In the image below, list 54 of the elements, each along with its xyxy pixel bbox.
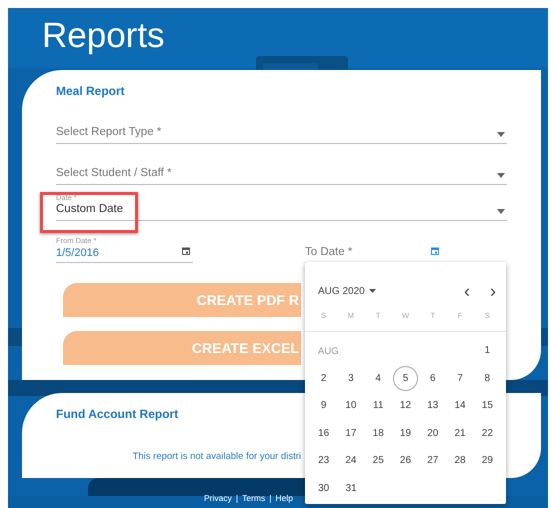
day-cell[interactable]: 15 — [474, 393, 500, 418]
section-title: Meal Report — [56, 83, 125, 100]
day-cell[interactable]: 8 — [474, 366, 500, 391]
day-cell[interactable]: 18 — [366, 420, 391, 446]
month-label: AUG — [318, 345, 339, 359]
select-field[interactable]: Select Report Type * — [56, 125, 507, 144]
day-cell[interactable]: 13 — [420, 393, 446, 418]
day-cell[interactable]: 29 — [474, 448, 500, 474]
footer-separator: | — [236, 493, 238, 503]
day-cell[interactable]: 26 — [392, 448, 418, 474]
previous-month-button[interactable]: ‹ — [464, 283, 470, 299]
footer-link[interactable]: Terms — [242, 493, 266, 503]
day-cell[interactable]: 7 — [448, 366, 473, 391]
day-cell[interactable]: 14 — [448, 393, 473, 418]
dropdown-caret-icon — [497, 173, 505, 178]
day-cell[interactable]: 17 — [338, 420, 364, 446]
select-field[interactable]: Custom Date — [56, 202, 507, 221]
day-cell[interactable]: 5 — [392, 366, 418, 391]
day-cell[interactable]: 6 — [420, 366, 446, 391]
date-field[interactable]: 1/5/2016 — [56, 244, 193, 263]
footer-separator: | — [269, 493, 272, 503]
day-cell[interactable]: 30 — [311, 476, 336, 501]
day-cell[interactable]: 12 — [392, 393, 418, 418]
day-cell[interactable]: 24 — [338, 448, 364, 474]
day-cell[interactable]: 4 — [366, 366, 391, 391]
day-cell[interactable]: 1 — [474, 338, 500, 364]
calendar-icon[interactable] — [431, 246, 439, 255]
month-year-selector[interactable]: AUG 2020 — [318, 284, 376, 298]
day-cell[interactable]: 20 — [420, 420, 446, 446]
day-cell[interactable]: 27 — [420, 448, 446, 474]
day-cell[interactable]: 16 — [311, 420, 336, 446]
day-cell[interactable]: 28 — [448, 448, 473, 474]
day-cell[interactable]: 31 — [338, 476, 364, 501]
dropdown-caret-icon — [497, 132, 505, 137]
caret-icon — [368, 289, 376, 293]
day-cell[interactable]: 21 — [448, 420, 473, 446]
day-cell[interactable]: 10 — [338, 393, 364, 418]
availability-message: This report is not available for your distri — [132, 450, 301, 464]
next-month-button[interactable]: › — [490, 283, 496, 299]
day-cell[interactable]: 25 — [366, 448, 391, 474]
day-cell[interactable]: 23 — [311, 448, 336, 474]
day-cell[interactable]: 9 — [311, 393, 336, 418]
select-field[interactable]: Select Student / Staff * — [56, 166, 507, 185]
calendar-icon[interactable] — [182, 247, 190, 256]
section-title: Fund Account Report — [56, 406, 178, 423]
day-cell[interactable]: 3 — [338, 366, 364, 391]
footer-link[interactable]: Help — [275, 493, 293, 503]
day-cell[interactable]: 22 — [474, 420, 500, 446]
dropdown-caret-icon — [497, 209, 505, 214]
day-cell[interactable]: 2 — [311, 366, 336, 391]
day-cell[interactable]: 19 — [392, 420, 418, 446]
footer-link[interactable]: Privacy — [204, 493, 232, 503]
day-cell[interactable]: 11 — [366, 393, 391, 418]
page-title: Reports — [41, 15, 166, 57]
